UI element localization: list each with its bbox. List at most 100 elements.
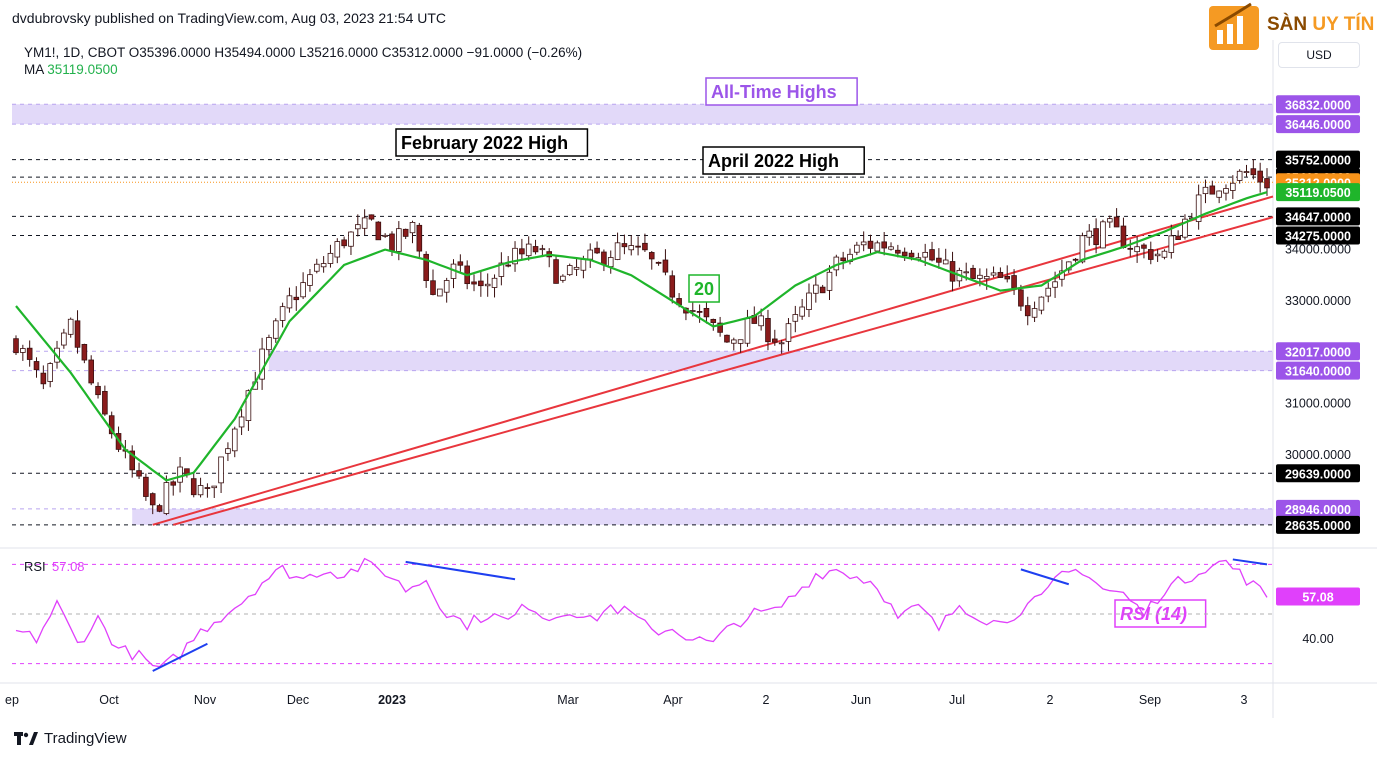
candle-body	[840, 257, 846, 262]
rsi-tick-label: 40.00	[1302, 632, 1333, 646]
zone-band-0	[12, 104, 1273, 125]
candle-body	[806, 292, 812, 311]
candle-body	[772, 338, 778, 343]
candle-body	[341, 239, 347, 247]
candle-body	[560, 275, 566, 281]
rsi-period-label: RSI (14)	[1120, 604, 1187, 624]
candle-body	[635, 245, 641, 248]
candle-body	[662, 259, 669, 273]
candle-body	[860, 241, 867, 246]
candle-body	[61, 332, 67, 346]
candle-body	[854, 244, 860, 253]
zone-band-2	[132, 508, 1273, 525]
candle-body	[1100, 221, 1106, 249]
candle-body	[272, 320, 279, 339]
candle-body	[1202, 186, 1209, 195]
candle-body	[785, 323, 792, 342]
candle-body	[1264, 178, 1270, 189]
candle-body	[307, 274, 313, 286]
candle-body	[143, 476, 149, 497]
candle-body	[368, 214, 375, 220]
candle-body	[874, 242, 881, 252]
candle-body	[826, 271, 833, 291]
price-label-11: 28946.0000	[1285, 503, 1351, 517]
candle-body	[156, 505, 163, 512]
candle-body	[1134, 246, 1140, 253]
candle-body	[1079, 235, 1086, 263]
candle-body	[997, 271, 1004, 278]
price-tick-label: 33000.0000	[1285, 294, 1351, 308]
candle-body	[355, 224, 361, 230]
price-label-9: 31640.0000	[1285, 365, 1351, 379]
candle-body	[642, 242, 648, 251]
candle-body	[430, 280, 436, 295]
candle-body	[607, 257, 614, 268]
candle-body	[867, 240, 874, 249]
footer-brand: TradingView	[44, 730, 127, 747]
candle-body	[1161, 250, 1168, 258]
candle-body	[628, 245, 635, 251]
rsi-divergence-line-3	[1232, 558, 1268, 566]
time-tick-label: Dec	[287, 693, 309, 707]
time-tick-label: Jul	[949, 693, 965, 707]
candle-body	[1106, 218, 1113, 223]
ma-label: MA	[24, 62, 44, 77]
candle-body	[737, 339, 744, 344]
candle-body	[1072, 258, 1079, 261]
time-tick-label: Nov	[194, 693, 217, 707]
candle-body	[1223, 188, 1229, 194]
candle-body	[505, 264, 511, 267]
candle-body	[525, 243, 532, 257]
publisher-line: dvdubrovsky published on TradingView.com…	[12, 10, 447, 26]
logo-text-b: UY TÍN	[1312, 14, 1375, 35]
candle-body	[1250, 168, 1257, 176]
candle-body	[204, 487, 211, 489]
candle-body	[471, 281, 477, 285]
candle-body	[744, 318, 751, 344]
candle-body	[1052, 281, 1058, 288]
candle-body	[539, 248, 546, 251]
candle-body	[621, 243, 628, 248]
currency-button[interactable]: USD	[1278, 42, 1360, 68]
time-tick-label: ep	[5, 693, 19, 707]
tradingview-footer[interactable]: TradingView	[14, 730, 127, 747]
candle-body	[1257, 170, 1263, 183]
candle-body	[1127, 247, 1134, 250]
time-tick-label: Oct	[99, 693, 119, 707]
price-label-0: 36832.0000	[1285, 98, 1351, 112]
price-tick-label: 30000.0000	[1285, 448, 1351, 462]
price-label-2: 35752.0000	[1285, 154, 1351, 168]
candle-body	[320, 263, 327, 268]
candle-body	[443, 280, 450, 293]
candle-body	[936, 257, 942, 263]
candle-body	[573, 266, 580, 270]
symbol-ohlc-line: YM1!, 1D, CBOT O35396.0000 H35494.0000 L…	[24, 45, 583, 60]
candle-body	[211, 485, 218, 489]
time-tick-label: 2	[763, 693, 770, 707]
candle-body	[881, 241, 887, 249]
candle-body	[1147, 249, 1154, 260]
candle-body	[730, 339, 737, 344]
candle-body	[1168, 235, 1175, 253]
price-tick-label: 34000.0000	[1285, 243, 1351, 257]
candle-body	[382, 234, 388, 237]
candle-body	[40, 372, 47, 385]
candle-body	[724, 334, 730, 343]
rsi-value-label: 57.08	[1302, 590, 1333, 604]
candle-body	[532, 246, 539, 253]
time-tick-label: 3	[1241, 693, 1248, 707]
candle-body	[457, 261, 464, 266]
candle-body	[963, 271, 970, 274]
candle-body	[81, 343, 88, 361]
candle-body	[648, 252, 655, 260]
candle-body	[655, 261, 662, 264]
candle-body	[601, 251, 607, 265]
candle-body	[1045, 287, 1052, 297]
rsi-divergence-line-0	[152, 642, 208, 672]
candle-body	[970, 267, 976, 279]
candle-body	[1011, 275, 1017, 289]
candle-body	[922, 251, 928, 258]
price-chart[interactable]: 34000.0000 33000.0000 31000.0000 30000.0000…	[0, 0, 1377, 761]
candle-body	[279, 306, 286, 321]
candle-body	[758, 315, 764, 327]
